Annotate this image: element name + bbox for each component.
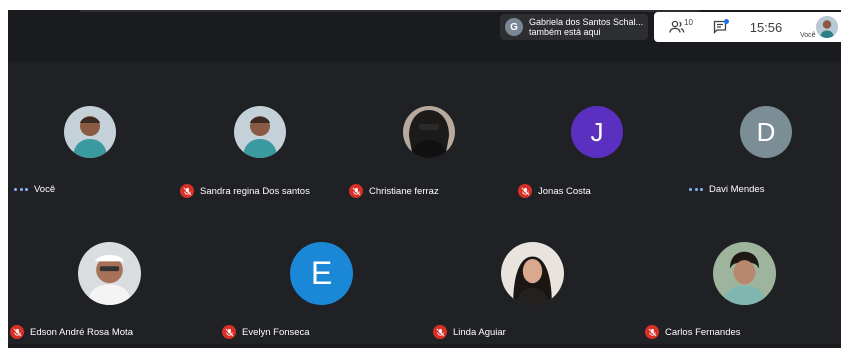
mic-off-icon [222, 325, 236, 339]
mic-off-icon [10, 325, 24, 339]
participant-avatar [713, 242, 776, 305]
join-notification: G Gabriela dos Santos Schal... também es… [500, 14, 648, 40]
people-count: 10 [684, 18, 693, 27]
participant-name: Carlos Fernandes [665, 326, 741, 338]
participant-name-row: Davi Mendes [689, 184, 764, 195]
participant-name-row: Edson André Rosa Mota [10, 325, 133, 339]
participant-avatar [64, 106, 116, 158]
chat-button[interactable] [708, 12, 732, 42]
mic-off-icon [433, 325, 447, 339]
participant-name: Edson André Rosa Mota [30, 326, 133, 338]
participant-name: Linda Aguiar [453, 326, 506, 338]
participant-name: Sandra regina Dos santos [200, 185, 310, 197]
participant-avatar [78, 242, 141, 305]
participant-photo [64, 106, 116, 158]
call-toolbar: 10 15:56 Você [654, 12, 841, 42]
participant-avatar [403, 106, 455, 158]
participant-avatar: D [740, 106, 792, 158]
participant-name: Evelyn Fonseca [242, 326, 310, 338]
notification-message: também está aqui [529, 27, 601, 37]
chat-unread-dot [724, 19, 729, 24]
self-view-thumbnail[interactable] [816, 16, 838, 38]
meeting-window: G Gabriela dos Santos Schal... também es… [8, 10, 841, 348]
mic-off-icon [349, 184, 363, 198]
participant-photo [78, 242, 141, 305]
notification-name: Gabriela dos Santos Schal... [529, 17, 644, 27]
audio-dots-icon [14, 188, 28, 191]
participant-name: Christiane ferraz [369, 185, 439, 197]
bottom-bar [8, 344, 841, 348]
mic-off-icon [180, 184, 194, 198]
mic-off-icon [645, 325, 659, 339]
participant-photo [403, 106, 455, 158]
participant-avatar: E [290, 242, 353, 305]
people-icon [669, 20, 685, 33]
clock: 15:56 [749, 19, 783, 35]
mic-off-icon [518, 184, 532, 198]
participant-name: Davi Mendes [709, 184, 765, 195]
participant-name: Jonas Costa [538, 185, 591, 197]
top-divider [80, 10, 700, 12]
participant-avatar [234, 106, 286, 158]
participant-avatar [501, 242, 564, 305]
top-bar: G Gabriela dos Santos Schal... também es… [8, 10, 841, 62]
participant-name-row: Você [14, 184, 55, 195]
participant-name-row: Linda Aguiar [433, 325, 506, 339]
participant-photo [713, 242, 776, 305]
participant-name-row: Sandra regina Dos santos [180, 184, 310, 198]
audio-dots-icon [689, 188, 703, 191]
participant-name-row: Christiane ferraz [349, 184, 439, 198]
self-view-label: Você [800, 32, 816, 39]
notification-avatar: G [505, 18, 523, 36]
participant-photo [234, 106, 286, 158]
person-photo [816, 16, 838, 38]
participant-name-row: Evelyn Fonseca [222, 325, 310, 339]
participant-photo [501, 242, 564, 305]
participant-name-row: Carlos Fernandes [645, 325, 741, 339]
participant-name-row: Jonas Costa [518, 184, 591, 198]
people-button[interactable]: 10 [664, 12, 693, 42]
participant-avatar: J [571, 106, 623, 158]
participant-name: Você [34, 184, 56, 195]
